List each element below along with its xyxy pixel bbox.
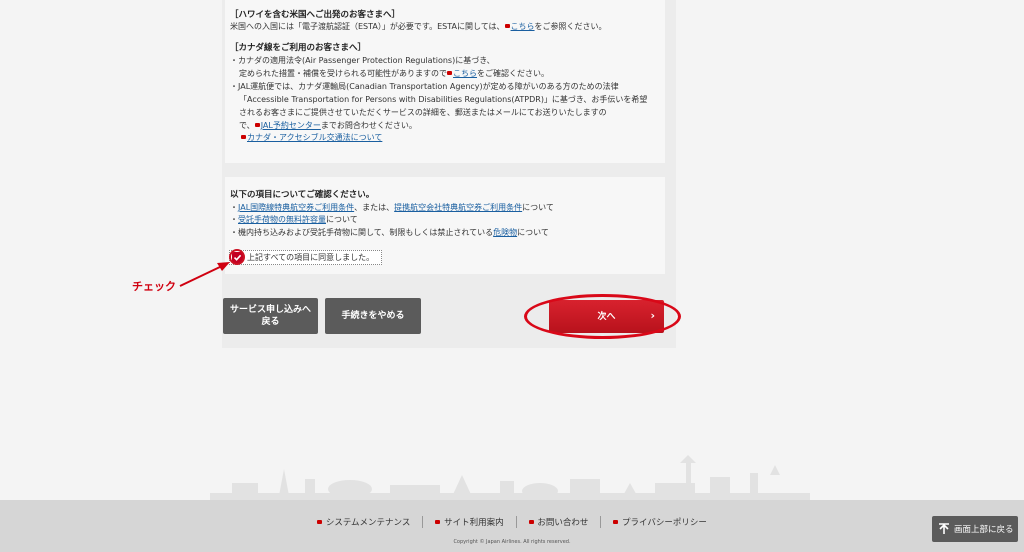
- skyline-illustration: [210, 455, 810, 503]
- canada-line-4: 「Accessible Transportation for Persons w…: [239, 95, 648, 104]
- jal-reservation-center-link[interactable]: JAL予約センター: [261, 121, 321, 130]
- canada-line-2: 定められた措置・補償を受けられる可能性がありますので こちらをご確認ください。: [239, 69, 549, 78]
- canada-line-1: ・カナダの適用法令(Air Passenger Protection Regul…: [230, 56, 495, 65]
- dangerous-goods-link[interactable]: 危険物: [493, 228, 517, 237]
- canada-accessible-link[interactable]: カナダ・アクセシブル交通法について: [247, 133, 382, 142]
- external-link-icon: [447, 71, 452, 75]
- canada-compensation-link[interactable]: こちら: [453, 69, 477, 78]
- external-link-icon: [528, 520, 534, 524]
- confirm-item-1: ・JAL国際線特典航空券ご利用条件、または、提携航空会社特典航空券ご利用条件につ…: [230, 203, 554, 212]
- esta-line: 米国への入国には「電子渡航認証（ESTA）」が必要です。ESTAに関しては、 こち…: [230, 22, 607, 31]
- baggage-allowance-link[interactable]: 受託手荷物の無料許容量: [238, 215, 326, 224]
- external-link-icon: [613, 520, 619, 524]
- partner-award-terms-link[interactable]: 提携航空会社特典航空券ご利用条件: [394, 203, 522, 212]
- hawaii-heading: ［ハワイを含む米国へご出発のお客さまへ］: [230, 10, 401, 20]
- confirm-item-3: ・機内持ち込みおよび受託手荷物に関して、制限もしくは禁止されている危険物について: [230, 228, 549, 237]
- confirm-heading: 以下の項目についてご確認ください。: [230, 190, 375, 200]
- jal-award-terms-link[interactable]: JAL国際線特典航空券ご利用条件: [238, 203, 354, 212]
- canada-line-5: されるお客さまにご提供させていただくサービスの詳細を、郵送またはメールにてお送り…: [239, 108, 607, 117]
- esta-link[interactable]: こちら: [511, 22, 535, 31]
- external-link-icon: [504, 24, 510, 28]
- canada-heading: ［カナダ線をご利用のお客さまへ］: [230, 43, 367, 53]
- canada-line-3: ・JAL運航便では、カナダ運輸局(Canadian Transportation…: [230, 82, 619, 91]
- footer-link-privacy[interactable]: プライバシーポリシー: [600, 516, 719, 528]
- footer-link-site-guide[interactable]: サイト利用案内: [422, 516, 515, 528]
- external-link-icon: [241, 135, 246, 139]
- footer-link-maintenance[interactable]: システムメンテナンス: [305, 516, 422, 528]
- confirm-item-2: ・受託手荷物の無料許容量について: [230, 215, 358, 224]
- external-link-icon: [254, 123, 260, 127]
- copyright: Copyright © Japan Airlines. All rights r…: [453, 539, 571, 545]
- footer-link-contact[interactable]: お問い合わせ: [515, 516, 601, 528]
- external-link-icon: [435, 520, 441, 524]
- agree-label[interactable]: 上記すべての項目に同意しました。: [247, 253, 374, 263]
- footer-links: システムメンテナンス サイト利用案内 お問い合わせ プライバシーポリシー: [0, 516, 1024, 528]
- annotation-check-label: チェック: [132, 280, 176, 293]
- annotation-ring: [524, 294, 681, 339]
- back-to-service-button[interactable]: サービス申し込みへ 戻る: [223, 298, 318, 334]
- annotation-arrow-icon: [179, 262, 230, 287]
- canada-accessible-line: カナダ・アクセシブル交通法について: [241, 133, 382, 143]
- external-link-icon: [317, 520, 323, 524]
- cancel-procedure-button[interactable]: 手続きをやめる: [325, 298, 421, 334]
- canada-line-6: で、 JAL予約センターまでお問合わせください。: [239, 121, 417, 130]
- arrow-up-icon: [939, 523, 949, 534]
- back-to-top-button[interactable]: 画面上部に戻る: [932, 516, 1018, 542]
